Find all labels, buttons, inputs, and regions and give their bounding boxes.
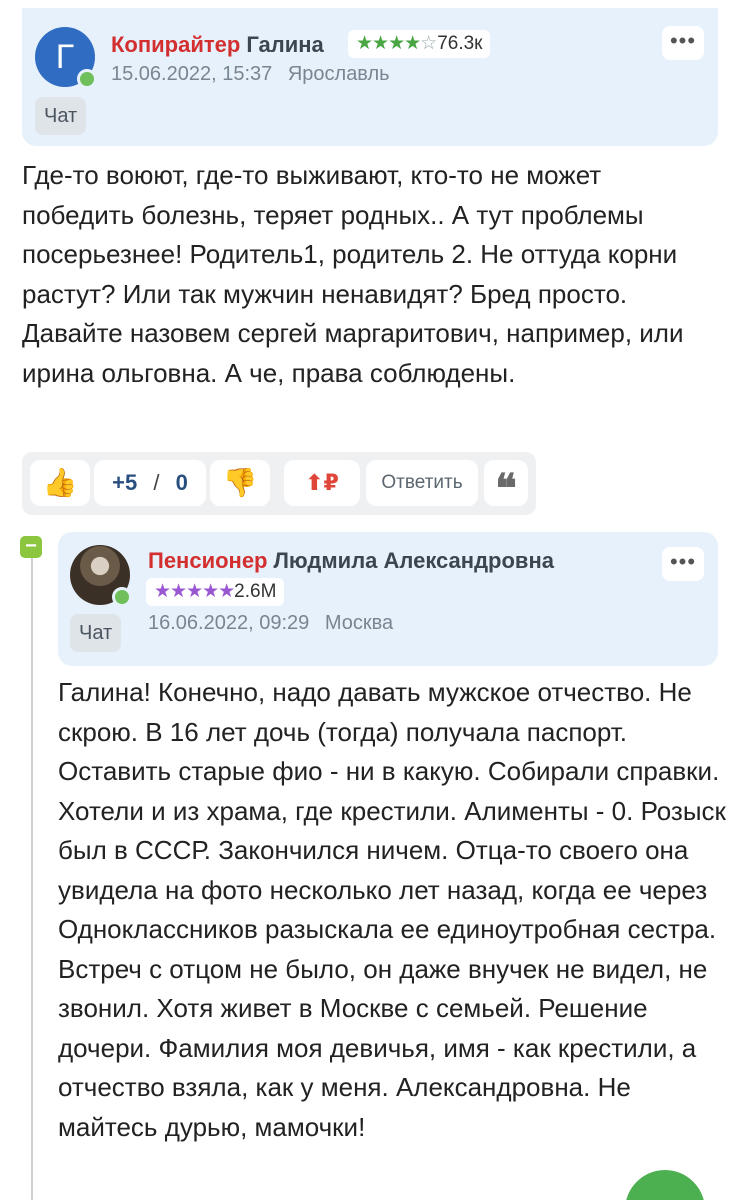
floating-action-button[interactable] (625, 1170, 705, 1200)
more-options-button[interactable]: ••• (662, 547, 704, 581)
score-separator: / (153, 470, 160, 495)
online-status-icon (112, 587, 132, 607)
comment-city: Москва (324, 612, 394, 634)
score-display: +5 / 0 (94, 460, 206, 506)
comments-page: Г Копирайтер Галина ★★★★☆76.3к 15.06.2022… (0, 0, 738, 1200)
score-minus: 0 (175, 470, 188, 495)
quote-icon[interactable]: ❝ (484, 460, 528, 512)
thumbs-down-icon: 👎 (222, 467, 258, 498)
thread-line (31, 555, 33, 1200)
comment-city: Ярославль (287, 63, 390, 85)
comment-header: Г Копирайтер Галина ★★★★☆76.3к 15.06.2022… (22, 8, 718, 146)
rating-value: 76.3к (437, 33, 483, 54)
rating-badge: ★★★★★2.6M (146, 578, 285, 606)
comment-text: Где-то воюют, где-то выживают, кто-то не… (22, 160, 684, 388)
user-avatar[interactable] (70, 545, 132, 607)
user-avatar[interactable]: Г (35, 27, 97, 89)
collapse-thread-button[interactable]: − (20, 536, 42, 558)
stars-icon: ★★★★ (356, 33, 421, 54)
author-name[interactable]: Людмила Александровна (274, 548, 554, 573)
reply-text: Галина! Конечно, надо давать мужское отч… (58, 677, 726, 1142)
reply-button[interactable]: Ответить (366, 460, 478, 506)
author-rank: Копирайтер (111, 32, 241, 57)
score-plus: +5 (112, 470, 138, 495)
author-line[interactable]: Пенсионер Людмила Александровна (148, 548, 554, 574)
thumbs-up-icon: 👍 (42, 467, 78, 498)
donate-button[interactable]: ⬆₽ (284, 460, 360, 506)
like-button[interactable]: 👍 (30, 460, 90, 506)
chat-button[interactable]: Чат (70, 614, 122, 652)
comment-meta: 16.06.2022, 09:29 Москва (148, 612, 393, 635)
avatar-letter: Г (55, 38, 75, 76)
comment-date: 15.06.2022, 15:37 (111, 63, 273, 85)
stars-icon: ★★★★★ (154, 581, 235, 602)
rating-value: 2.6M (234, 581, 277, 602)
chat-button[interactable]: Чат (35, 97, 87, 135)
author-rank: Пенсионер (148, 548, 268, 573)
reply-header: Пенсионер Людмила Александровна ★★★★★2.6M… (58, 532, 718, 666)
star-empty-icon: ☆ (420, 33, 438, 54)
comment-date: 16.06.2022, 09:29 (148, 612, 310, 634)
author-name[interactable]: Галина (246, 32, 323, 57)
online-status-icon (77, 69, 97, 89)
more-options-button[interactable]: ••• (662, 26, 704, 60)
comment-actions: 👍 +5 / 0 👎 ⬆₽ Ответить ❝ (22, 452, 536, 515)
comment-meta: 15.06.2022, 15:37 Ярославль (111, 63, 390, 86)
rating-badge: ★★★★☆76.3к (348, 30, 491, 58)
dislike-button[interactable]: 👎 (210, 460, 270, 506)
author-line[interactable]: Копирайтер Галина (111, 32, 324, 58)
